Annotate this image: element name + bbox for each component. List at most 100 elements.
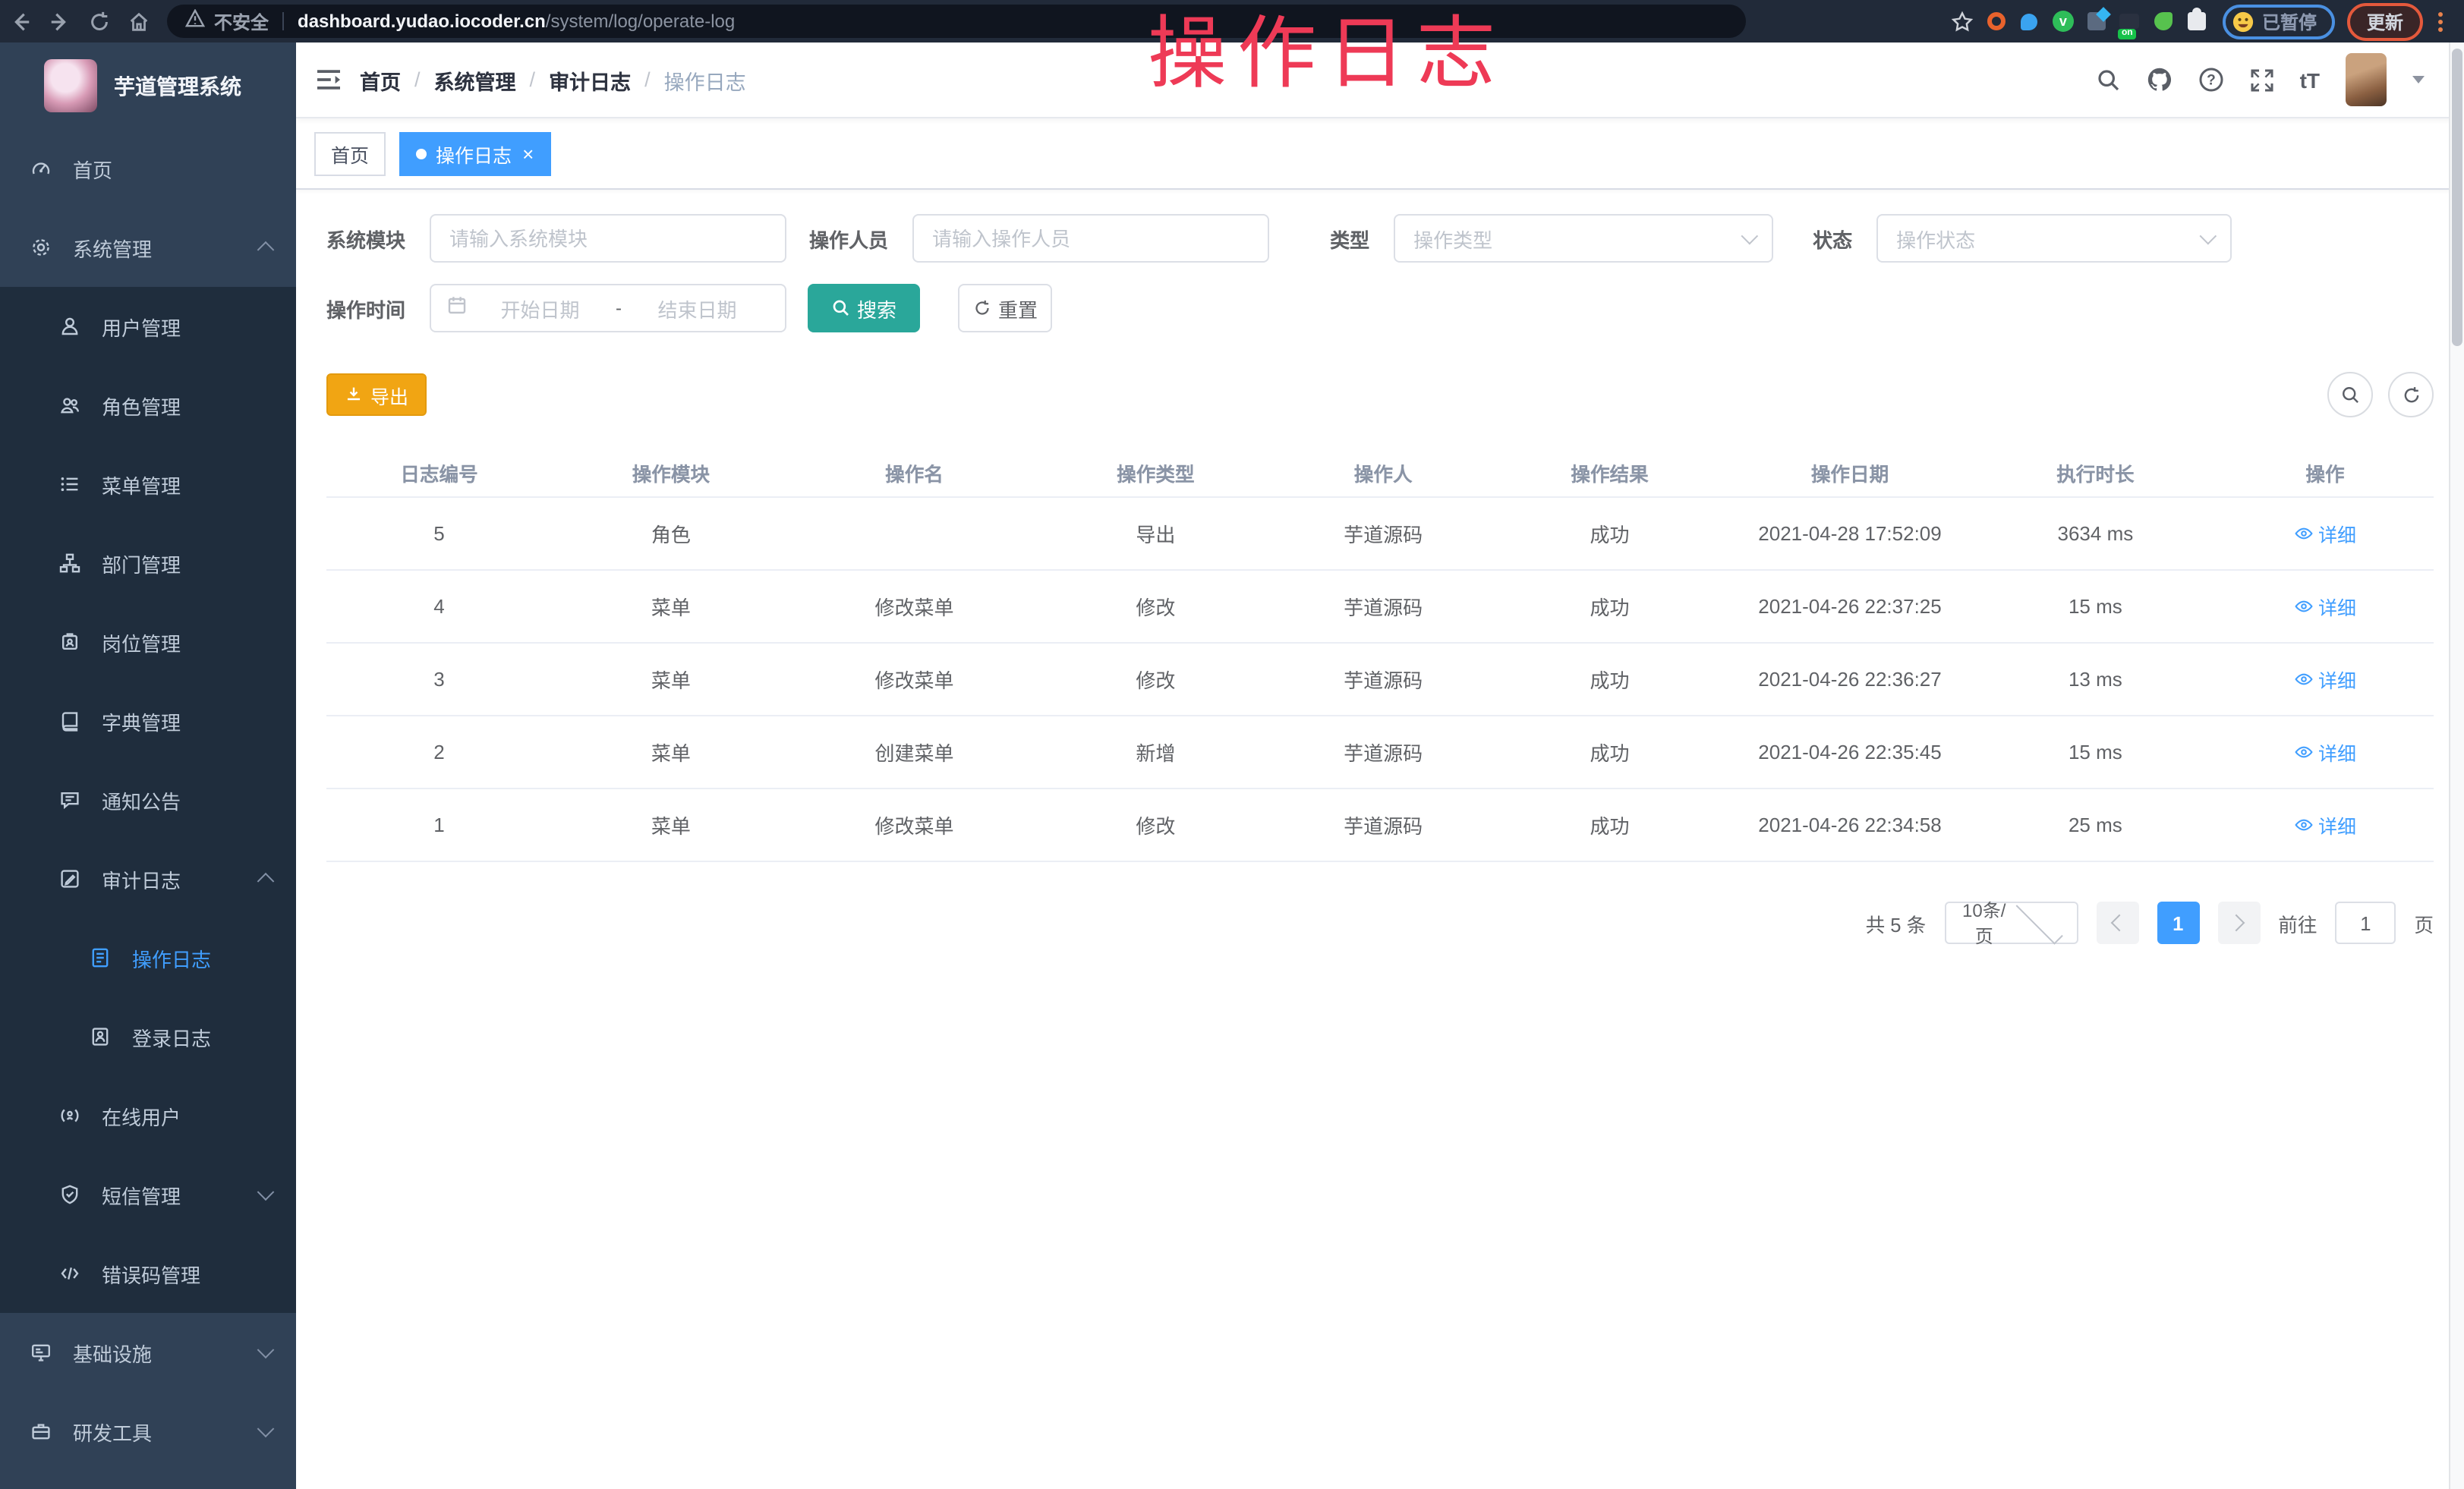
font-size-icon[interactable]: tT: [2300, 68, 2320, 92]
menu-list-icon: [59, 474, 80, 495]
sidebar-item-dict-management[interactable]: 字典管理: [0, 682, 296, 760]
breadcrumb-audit-log[interactable]: 审计日志: [549, 65, 631, 95]
show-search-button[interactable]: [2327, 372, 2373, 417]
forward-icon[interactable]: [39, 5, 79, 38]
export-button[interactable]: 导出: [326, 373, 427, 416]
not-secure-warning-icon: [185, 8, 205, 35]
column-header: 日志编号: [326, 448, 552, 497]
operator-input[interactable]: [912, 214, 1269, 263]
help-icon[interactable]: ?: [2198, 67, 2224, 93]
search-button-label: 搜索: [857, 294, 896, 323]
table-cell-name: 修改菜单: [790, 643, 1039, 716]
breadcrumb-system[interactable]: 系统管理: [434, 65, 516, 95]
table-cell-module: 菜单: [552, 570, 790, 643]
range-separator: -: [613, 297, 625, 319]
type-select[interactable]: 操作类型: [1394, 214, 1773, 263]
sidebar-item-role-management[interactable]: 角色管理: [0, 366, 296, 445]
refresh-table-button[interactable]: [2388, 372, 2434, 417]
table-cell-id: 4: [326, 570, 552, 643]
breadcrumb-home[interactable]: 首页: [360, 65, 401, 95]
navbar: 首页 / 系统管理 / 审计日志 / 操作日志 ?: [296, 42, 2464, 118]
table-cell-type: 新增: [1038, 716, 1272, 789]
detail-link[interactable]: 详细: [2294, 738, 2356, 767]
sidebar-item-infrastructure[interactable]: 基础设施: [0, 1313, 296, 1392]
goto-page-input[interactable]: [2335, 902, 2396, 944]
sidebar-item-login-log[interactable]: 登录日志: [0, 997, 296, 1076]
table-cell-action: 详细: [2217, 570, 2434, 643]
security-label: 不安全: [214, 8, 269, 34]
browser-menu-icon[interactable]: [2438, 11, 2443, 31]
tab-label: 操作日志: [436, 139, 512, 168]
sidebar-item-label: 通知公告: [102, 785, 181, 814]
prev-page-button[interactable]: [2096, 902, 2138, 944]
table-cell-operator: 芋道源码: [1272, 643, 1493, 716]
sidebar-item-sms-management[interactable]: 短信管理: [0, 1155, 296, 1234]
detail-link[interactable]: 详细: [2294, 665, 2356, 694]
search-icon[interactable]: [2097, 68, 2121, 92]
detail-link[interactable]: 详细: [2294, 811, 2356, 839]
operator-label: 操作人员: [809, 224, 888, 253]
reset-button[interactable]: 重置: [958, 284, 1052, 332]
scrollbar-thumb[interactable]: [2452, 49, 2462, 346]
sidebar-item-audit-log[interactable]: 审计日志: [0, 839, 296, 918]
sidebar-item-label: 在线用户: [102, 1101, 181, 1130]
sidebar-item-home[interactable]: 首页: [0, 129, 296, 208]
extension-sprout-icon[interactable]: [2147, 5, 2180, 38]
github-icon[interactable]: [2147, 67, 2173, 93]
sidebar-item-operate-log[interactable]: 操作日志: [0, 918, 296, 997]
status-select[interactable]: 操作状态: [1876, 214, 2232, 263]
table-cell-name: 修改菜单: [790, 570, 1039, 643]
table-row: 3菜单修改菜单修改芋道源码成功2021-04-26 22:36:2713 ms详…: [326, 643, 2434, 716]
sidebar-item-error-code-management[interactable]: 错误码管理: [0, 1234, 296, 1313]
sidebar: 芋道管理系统 首页系统管理用户管理角色管理菜单管理部门管理岗位管理字典管理通知公…: [0, 42, 296, 1489]
next-page-button[interactable]: [2217, 902, 2260, 944]
extensions-puzzle-icon[interactable]: [2180, 5, 2214, 38]
tab-operate-log[interactable]: 操作日志 ×: [399, 131, 550, 175]
paused-extension-badge[interactable]: 已暂停: [2223, 4, 2335, 39]
online-user-icon: [59, 1105, 80, 1126]
home-icon[interactable]: [118, 5, 158, 38]
search-button[interactable]: 搜索: [808, 284, 920, 332]
page-size-label: 10条/页: [1958, 897, 2010, 949]
sidebar-item-dept-management[interactable]: 部门管理: [0, 524, 296, 603]
page-size-select[interactable]: 10条/页: [1944, 902, 2078, 944]
detail-link-label: 详细: [2318, 592, 2356, 621]
extension-switch-icon[interactable]: on: [2113, 5, 2147, 38]
eye-icon: [2294, 742, 2314, 762]
extension-stats-icon[interactable]: [2080, 5, 2113, 38]
sidebar-item-system-management[interactable]: 系统管理: [0, 208, 296, 287]
bookmark-star-icon[interactable]: [1946, 5, 1980, 38]
sidebar-item-post-management[interactable]: 岗位管理: [0, 603, 296, 682]
reload-icon[interactable]: [79, 5, 118, 38]
tab-home[interactable]: 首页: [314, 131, 386, 175]
fullscreen-icon[interactable]: [2250, 68, 2274, 92]
avatar-caret-icon[interactable]: [2412, 76, 2425, 83]
date-range-picker[interactable]: 开始日期 - 结束日期: [430, 284, 786, 332]
search-icon: [2340, 385, 2360, 405]
extension-green-icon[interactable]: v: [2047, 5, 2080, 38]
login-log-icon: [90, 1026, 111, 1047]
extension-pin-icon[interactable]: [2013, 5, 2047, 38]
app-logo[interactable]: 芋道管理系统: [0, 42, 296, 129]
sidebar-item-user-management[interactable]: 用户管理: [0, 287, 296, 366]
module-input[interactable]: [430, 214, 786, 263]
hamburger-icon[interactable]: [296, 68, 360, 91]
extension-orange-icon[interactable]: [1980, 5, 2013, 38]
sidebar-item-notice-announcement[interactable]: 通知公告: [0, 760, 296, 839]
error-code-icon: [59, 1263, 80, 1284]
sidebar-item-online-users[interactable]: 在线用户: [0, 1076, 296, 1155]
user-avatar[interactable]: [2346, 53, 2387, 106]
sidebar-item-dev-tools[interactable]: 研发工具: [0, 1392, 296, 1471]
sidebar-item-menu-management[interactable]: 菜单管理: [0, 445, 296, 524]
browser-update-button[interactable]: 更新: [2347, 2, 2423, 40]
detail-link[interactable]: 详细: [2294, 592, 2356, 621]
close-icon[interactable]: ×: [522, 143, 534, 163]
current-page[interactable]: 1: [2157, 902, 2199, 944]
address-bar[interactable]: 不安全 dashboard.yudao.iocoder.cn/system/lo…: [167, 5, 1746, 38]
detail-link[interactable]: 详细: [2294, 519, 2356, 548]
column-header: 操作名: [790, 448, 1039, 497]
scrollbar[interactable]: [2449, 42, 2464, 1489]
tab-label: 首页: [331, 139, 369, 168]
back-icon[interactable]: [0, 5, 39, 38]
page-content: 系统模块 操作人员 类型 操作类型 状态 操作状: [296, 190, 2464, 944]
